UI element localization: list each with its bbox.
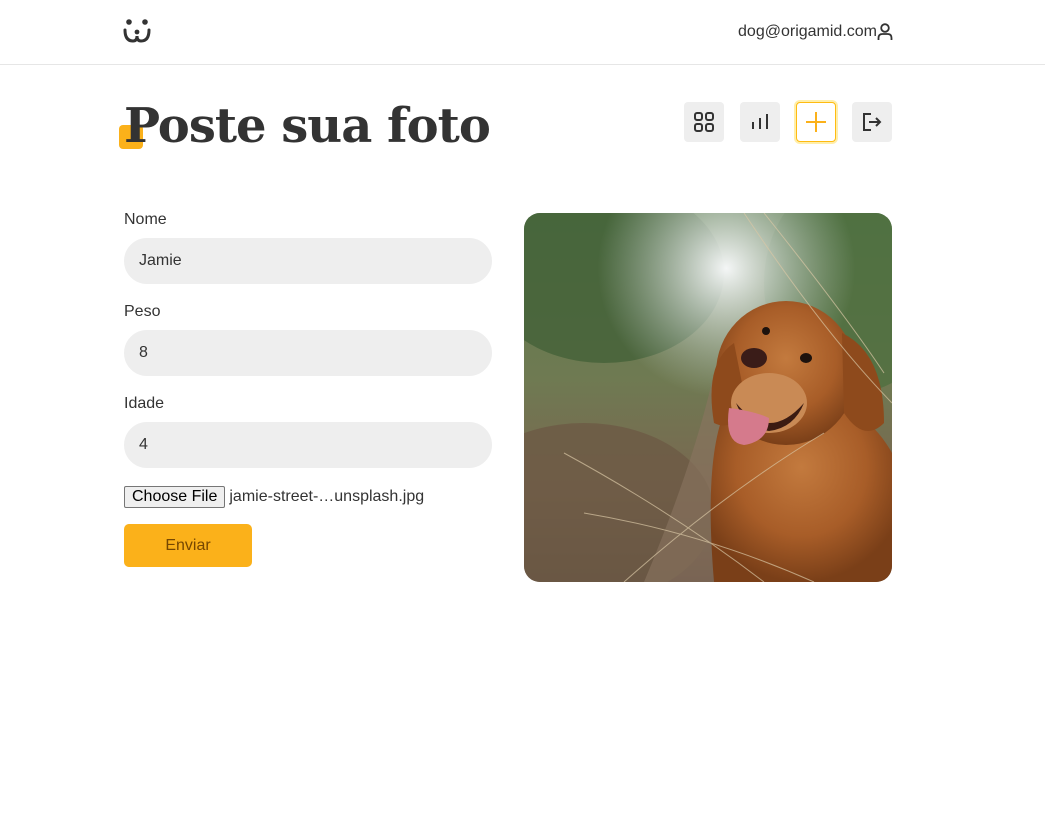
weight-input[interactable]: 8 [124,330,492,376]
post-photo-form: Nome Jamie Peso 8 Idade 4 Choose File ja… [124,210,492,567]
page-title: Poste sua foto [124,98,491,154]
nav-post-photo-button[interactable] [796,102,836,142]
nav-logout-button[interactable] [852,102,892,142]
age-label: Idade [124,395,165,412]
age-input[interactable]: 4 [124,422,492,468]
name-label: Nome [124,211,167,228]
submit-button[interactable]: Enviar [124,524,252,567]
plus-icon [806,112,826,132]
page-title-wrap: Poste sua foto [119,96,491,156]
account-nav [684,102,892,142]
dog-face-icon [123,19,151,43]
file-name: jamie-street-…unsplash.jpg [229,488,425,505]
user-account-link[interactable]: dog@origamid.com [738,20,893,44]
choose-file-button[interactable]: Choose File [124,486,226,508]
nav-stats-button[interactable] [740,102,780,142]
file-input: Choose File jamie-street-…unsplash.jpg [124,486,492,508]
name-input[interactable]: Jamie [124,238,492,284]
dog-photo [524,213,892,582]
logout-icon [863,113,882,131]
site-header: dog@origamid.com [0,0,1045,65]
photo-preview [524,213,892,582]
nav-my-photos-button[interactable] [684,102,724,142]
grid-icon [694,112,714,132]
user-icon [877,23,893,40]
user-email: dog@origamid.com [738,23,877,40]
weight-label: Peso [124,303,161,320]
stats-icon [752,114,768,129]
logo-link[interactable] [123,16,153,44]
